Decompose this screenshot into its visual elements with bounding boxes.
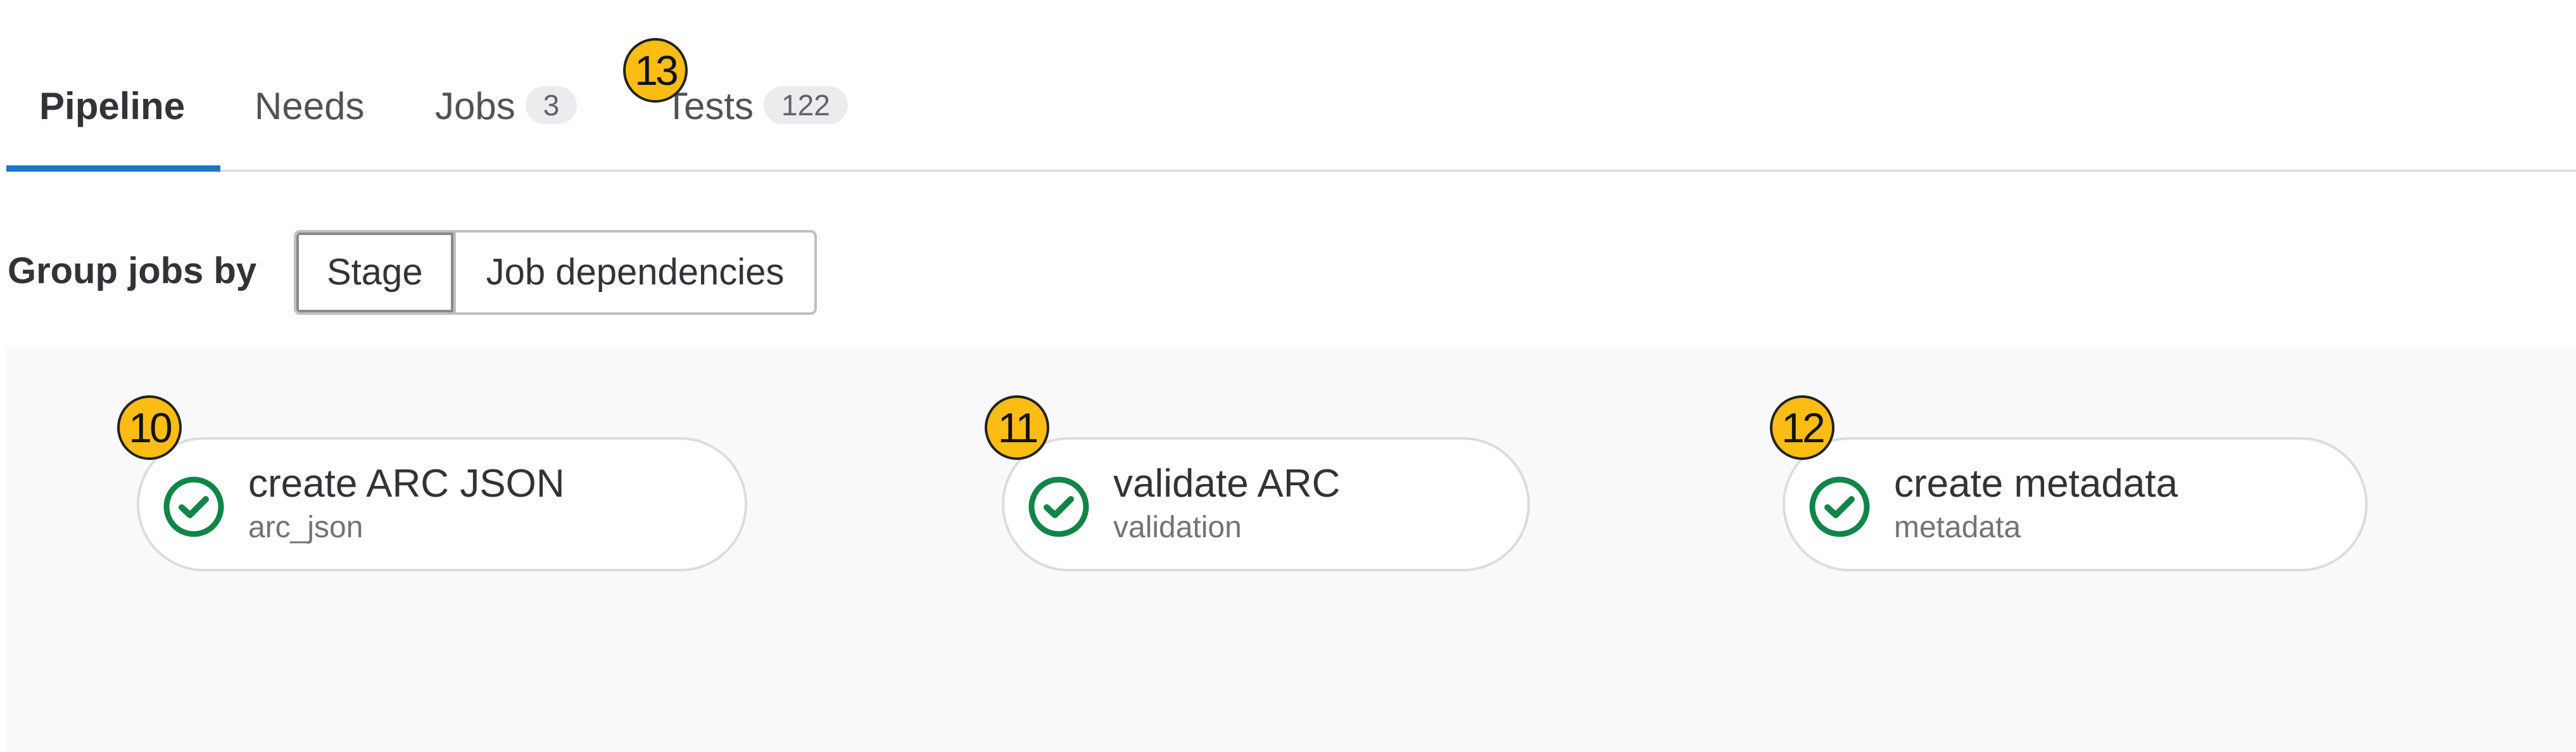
job-stage: arc_json: [248, 511, 363, 544]
job-create-arc-json[interactable]: create ARC JSON arc_json: [137, 437, 747, 571]
marker-10: 10: [117, 395, 182, 460]
jobs-count-badge: 3: [525, 86, 578, 124]
tests-count-badge: 122: [764, 86, 848, 124]
job-validate-arc[interactable]: validate ARC validation: [1002, 437, 1530, 571]
active-tab-indicator: [6, 165, 220, 172]
job-name: create ARC JSON: [248, 462, 565, 506]
group-jobs-by-label: Group jobs by: [8, 250, 257, 291]
tab-pipeline-label: Pipeline: [39, 85, 186, 127]
check-circle-icon: [163, 476, 224, 537]
tab-needs[interactable]: Needs: [255, 81, 364, 132]
tab-pipeline[interactable]: Pipeline: [39, 81, 185, 132]
group-by-job-dependencies-button[interactable]: Job dependencies: [453, 233, 815, 312]
group-jobs-by-toggle: Stage Job dependencies: [294, 230, 818, 315]
check-circle-icon: [1028, 476, 1089, 537]
tab-needs-label: Needs: [255, 85, 365, 127]
check-circle-icon: [1809, 476, 1870, 537]
job-create-metadata[interactable]: create metadata metadata: [1783, 437, 2368, 571]
job-name: create metadata: [1894, 462, 2178, 506]
pipeline-tabs: Pipeline Needs Jobs 3 Tests 122: [6, 0, 2576, 172]
tab-jobs[interactable]: Jobs 3: [435, 81, 578, 132]
job-stage: validation: [1113, 511, 1242, 544]
marker-11: 11: [985, 395, 1049, 460]
marker-12: 12: [1770, 395, 1834, 460]
group-by-stage-button[interactable]: Stage: [296, 233, 453, 312]
job-stage: metadata: [1894, 511, 2021, 544]
marker-13: 13: [623, 38, 688, 103]
pipeline-graph: create ARC JSON arc_json validate ARC va…: [6, 347, 2576, 752]
job-name: validate ARC: [1113, 462, 1341, 506]
tab-tests[interactable]: Tests 122: [665, 81, 848, 132]
tab-jobs-label: Jobs: [435, 85, 515, 127]
